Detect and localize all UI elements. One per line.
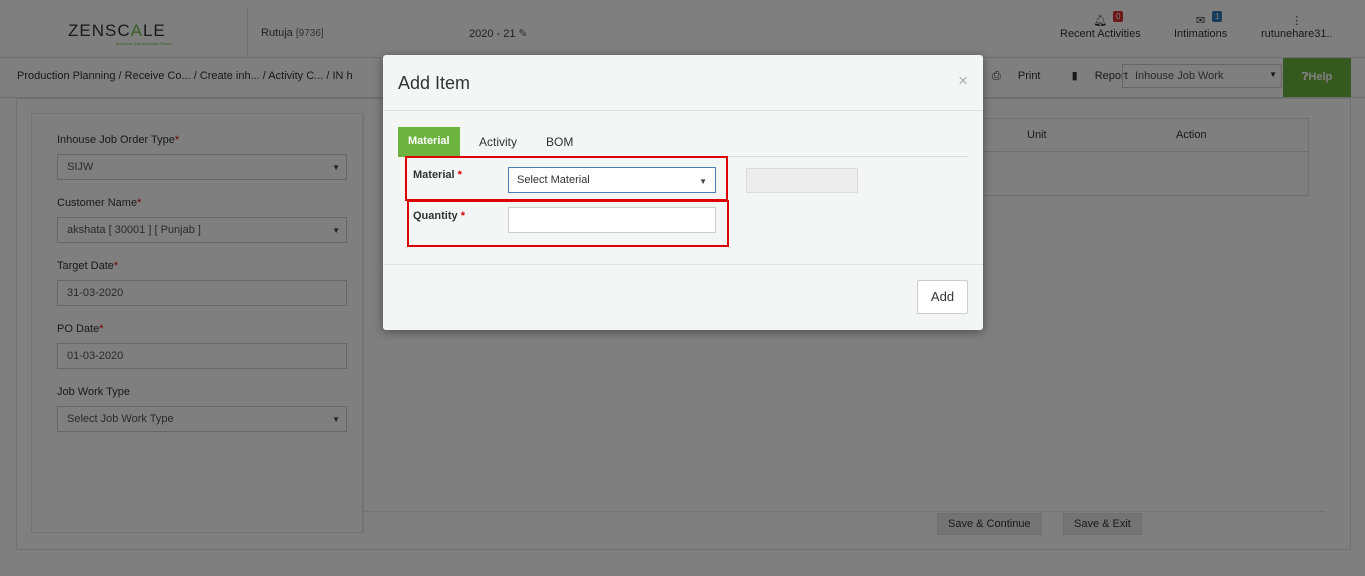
add-item-modal: Add Item × Material Activity BOM Materia…	[383, 55, 983, 330]
modal-tabs: Material Activity BOM	[398, 127, 968, 157]
tab-activity[interactable]: Activity	[469, 127, 527, 157]
add-button[interactable]: Add	[917, 280, 968, 314]
tab-bom[interactable]: BOM	[536, 127, 583, 157]
close-icon[interactable]: ×	[958, 71, 968, 91]
quantity-input[interactable]	[508, 207, 716, 233]
modal-header: Add Item ×	[383, 55, 983, 111]
material-extra-field	[746, 168, 858, 193]
quantity-label: Quantity *	[413, 210, 465, 222]
modal-title: Add Item	[398, 73, 471, 93]
material-label: Material *	[413, 169, 462, 181]
material-select[interactable]: Select Material ▼	[508, 167, 716, 193]
caret-down-icon: ▼	[699, 177, 707, 186]
tab-material[interactable]: Material	[398, 127, 460, 157]
